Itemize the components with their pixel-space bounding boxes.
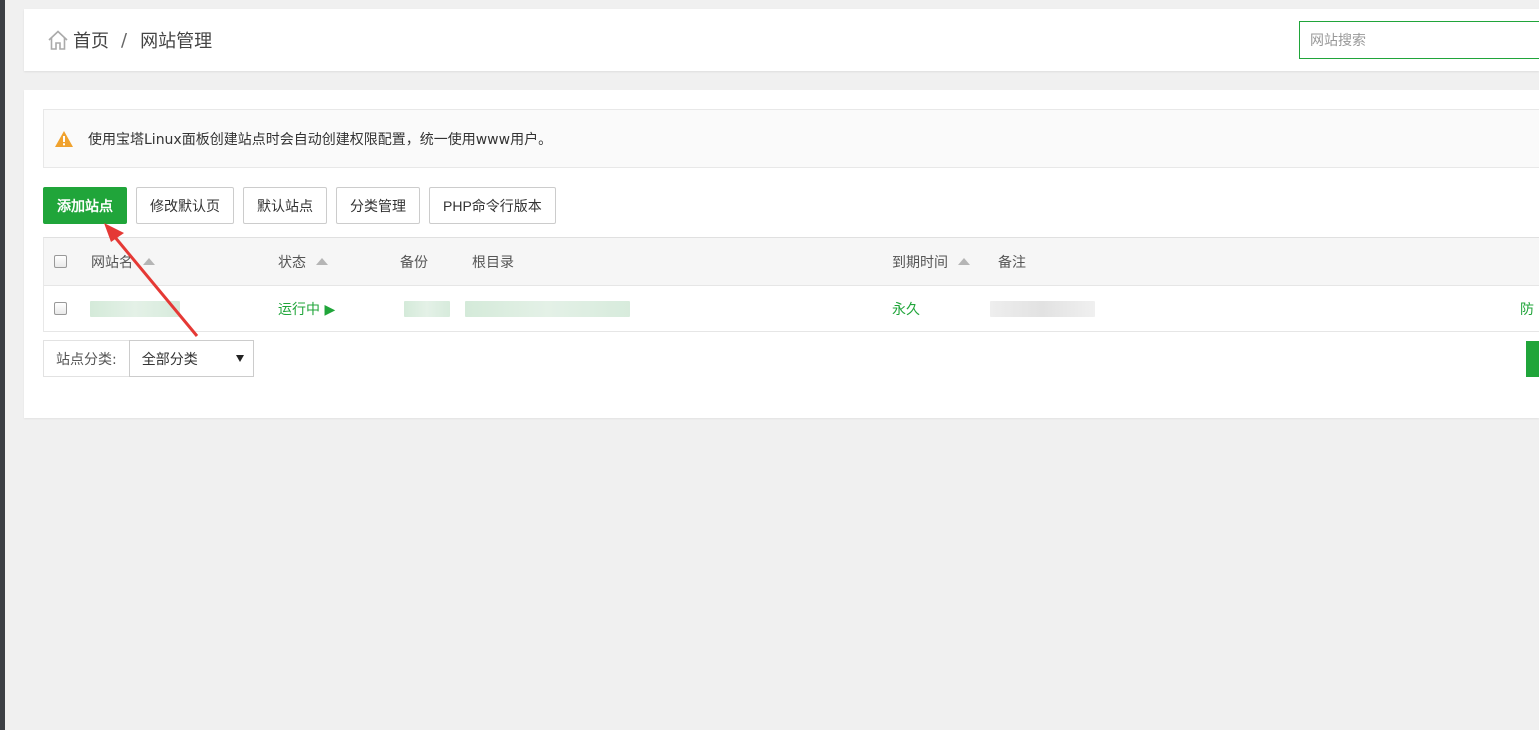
category-manage-button[interactable]: 分类管理 — [336, 187, 420, 224]
toolbar: 添加站点 修改默认页 默认站点 分类管理 PHP命令行版本 — [43, 187, 556, 224]
sidebar-edge — [0, 0, 5, 730]
backup-link[interactable] — [404, 300, 450, 317]
select-all-checkbox[interactable] — [54, 255, 67, 268]
column-remark: 备注 — [998, 238, 1026, 285]
add-site-button[interactable]: 添加站点 — [43, 187, 127, 224]
sort-asc-icon[interactable] — [958, 258, 970, 265]
alert-text: 使用宝塔Linux面板创建站点时会自动创建权限配置，统一使用www用户。 — [88, 131, 553, 148]
category-filter: 站点分类: 全部分类 — [43, 340, 254, 377]
batch-action-button[interactable] — [1526, 341, 1539, 377]
default-site-button[interactable]: 默认站点 — [243, 187, 327, 224]
site-name-link[interactable] — [90, 300, 180, 317]
column-root-dir-label: 根目录 — [472, 254, 514, 271]
php-cli-version-button[interactable]: PHP命令行版本 — [429, 187, 556, 224]
column-remark-label: 备注 — [998, 254, 1026, 271]
sort-asc-icon[interactable] — [143, 258, 155, 265]
sites-table: 网站名 状态 备份 根目录 到期时间 备注 运行中 ▶ 永久 防 — [43, 237, 1539, 332]
table-row: 运行中 ▶ 永久 防 — [44, 286, 1539, 332]
column-expire[interactable]: 到期时间 — [892, 238, 970, 285]
row-checkbox[interactable] — [54, 302, 67, 315]
category-selected-value: 全部分类 — [141, 351, 198, 368]
site-search-input[interactable] — [1299, 21, 1539, 59]
main-panel: 使用宝塔Linux面板创建站点时会自动创建权限配置，统一使用www用户。 添加站… — [24, 90, 1539, 418]
sort-asc-icon[interactable] — [316, 258, 328, 265]
table-header: 网站名 状态 备份 根目录 到期时间 备注 — [44, 238, 1539, 286]
column-site-name[interactable]: 网站名 — [91, 238, 155, 285]
remark-value[interactable] — [990, 300, 1095, 317]
info-alert: 使用宝塔Linux面板创建站点时会自动创建权限配置，统一使用www用户。 — [43, 109, 1539, 168]
breadcrumb-separator: / — [121, 29, 128, 51]
breadcrumb-home-link[interactable]: 首页 — [73, 27, 109, 53]
warning-icon — [55, 130, 73, 147]
column-backup-label: 备份 — [400, 254, 428, 271]
column-site-name-label: 网站名 — [91, 254, 133, 271]
row-action-link[interactable]: 防 — [1520, 286, 1534, 331]
breadcrumb-current: 网站管理 — [140, 31, 213, 52]
column-root-dir: 根目录 — [472, 238, 514, 285]
breadcrumb: 首页 / 网站管理 — [46, 28, 212, 52]
root-dir-link[interactable] — [465, 300, 630, 317]
home-icon[interactable] — [46, 28, 70, 52]
column-status[interactable]: 状态 — [278, 238, 328, 285]
expire-value[interactable]: 永久 — [892, 286, 920, 331]
column-expire-label: 到期时间 — [892, 254, 948, 271]
column-status-label: 状态 — [278, 254, 306, 271]
edit-default-page-button[interactable]: 修改默认页 — [136, 187, 234, 224]
category-select[interactable]: 全部分类 — [128, 340, 254, 377]
site-status[interactable]: 运行中 ▶ — [278, 286, 335, 331]
top-bar: 首页 / 网站管理 — [24, 9, 1539, 71]
column-backup: 备份 — [400, 238, 428, 285]
chevron-down-icon — [235, 355, 244, 362]
category-label: 站点分类: — [43, 340, 129, 377]
